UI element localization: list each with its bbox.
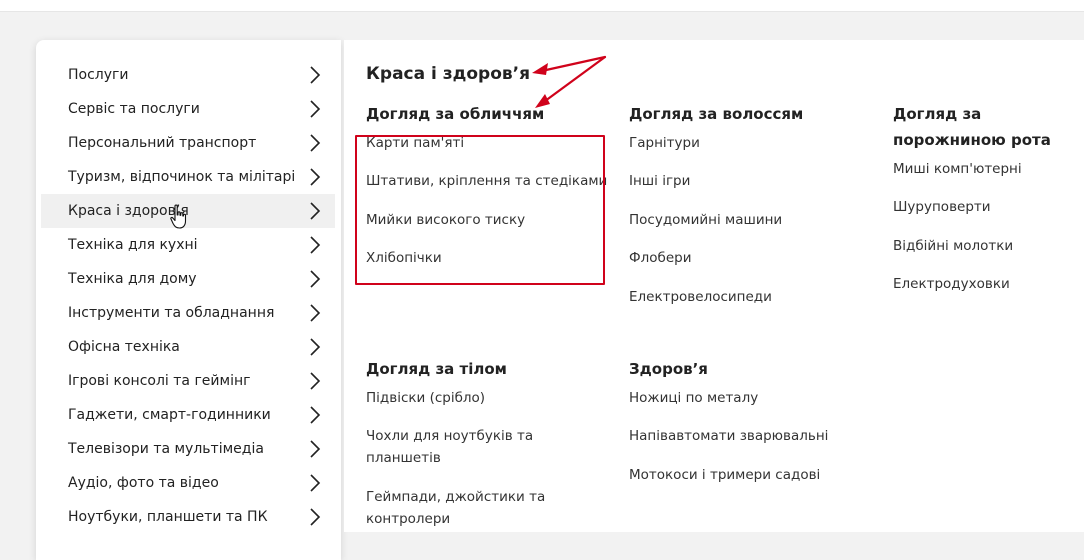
annotation-highlight-box [355, 135, 605, 285]
sidebar-item-service-and-services[interactable]: Сервіс та послуги [41, 92, 335, 126]
sidebar-item-tourism[interactable]: Туризм, відпочинок та мілітарі [41, 160, 335, 194]
subcategory-group-health: Здоров’я Ножиці по металу Напівавтомати … [629, 356, 889, 502]
sidebar-item-label: Сервіс та послуги [68, 101, 200, 117]
chevron-right-icon [310, 372, 321, 390]
subcategory-link[interactable]: Електродуховки [893, 273, 1084, 295]
sidebar-item-label: Ноутбуки, планшети та ПК [68, 509, 268, 525]
sidebar-item-label: Телевізори та мультімедіа [68, 441, 264, 457]
chevron-right-icon [310, 236, 321, 254]
sidebar-item-beauty-health[interactable]: Краса і здоров’я [41, 194, 335, 228]
group-title[interactable]: Догляд за волоссям [629, 101, 889, 127]
page-header-strip [0, 0, 1084, 12]
sidebar-item-gaming[interactable]: Ігрові консолі та геймінг [41, 364, 335, 398]
group-title[interactable]: Догляд за обличчям [366, 101, 626, 127]
group-title[interactable]: Здоров’я [629, 356, 889, 382]
chevron-right-icon [310, 134, 321, 152]
category-dropdown-panel: Краса і здоров’я Догляд за обличчям Карт… [344, 40, 1084, 532]
chevron-right-icon [310, 508, 321, 526]
sidebar-item-label: Персональний транспорт [68, 135, 257, 151]
chevron-right-icon [310, 100, 321, 118]
chevron-right-icon [310, 474, 321, 492]
subcategory-link[interactable]: Інші ігри [629, 170, 889, 192]
subcategory-link[interactable]: Гарнітури [629, 132, 889, 154]
chevron-right-icon [310, 168, 321, 186]
sidebar-item-label: Гаджети, смарт-годинники [68, 407, 271, 423]
group-title[interactable]: Догляд за тілом [366, 356, 611, 382]
sidebar-item-label: Ігрові консолі та геймінг [68, 373, 251, 389]
sidebar-item-services[interactable]: Послуги [41, 58, 335, 92]
subcategory-group-body-care: Догляд за тілом Підвіски (срібло) Чохли … [366, 356, 611, 546]
hand-pointer-icon [170, 204, 187, 229]
chevron-right-icon [310, 202, 321, 220]
subcategory-link[interactable]: Підвіски (срібло) [366, 387, 611, 409]
subcategory-link[interactable]: Чохли для ноутбуків та планшетів [366, 425, 611, 469]
sidebar-item-label: Офісна техніка [68, 339, 180, 355]
subcategory-group-oral-care: Догляд за порожниною рота Миші комп'ютер… [893, 101, 1084, 312]
subcategory-link[interactable]: Мотокоси і тримери садові [629, 464, 889, 486]
chevron-right-icon [310, 304, 321, 322]
panel-title[interactable]: Краса і здоров’я [366, 64, 530, 84]
chevron-right-icon [310, 338, 321, 356]
group-title[interactable]: Догляд за порожниною рота [893, 101, 1084, 153]
sidebar-item-laptops-tablets-pc[interactable]: Ноутбуки, планшети та ПК [41, 500, 335, 534]
sidebar-item-label: Техніка для кухні [68, 237, 198, 253]
sidebar-item-label: Послуги [68, 67, 129, 83]
subcategory-link[interactable]: Шуруповерти [893, 196, 1084, 218]
sidebar-item-label: Туризм, відпочинок та мілітарі [68, 169, 296, 185]
sidebar-item-tools[interactable]: Інструменти та обладнання [41, 296, 335, 330]
chevron-right-icon [310, 406, 321, 424]
subcategory-link[interactable]: Флобери [629, 247, 889, 269]
sidebar-item-home-appliances[interactable]: Техніка для дому [41, 262, 335, 296]
subcategory-link[interactable]: Електровелосипеди [629, 286, 889, 308]
sidebar-item-tv-multimedia[interactable]: Телевізори та мультімедіа [41, 432, 335, 466]
sidebar-item-audio-photo-video[interactable]: Аудіо, фото та відео [41, 466, 335, 500]
sidebar-item-kitchen-appliances[interactable]: Техніка для кухні [41, 228, 335, 262]
chevron-right-icon [310, 66, 321, 84]
subcategory-link[interactable]: Посудомийні машини [629, 209, 889, 231]
sidebar-item-office-equipment[interactable]: Офісна техніка [41, 330, 335, 364]
subcategory-group-hair-care: Догляд за волоссям Гарнітури Інші ігри П… [629, 101, 889, 324]
subcategory-link[interactable]: Відбійні молотки [893, 235, 1084, 257]
subcategory-link[interactable]: Ножиці по металу [629, 387, 889, 409]
sidebar-item-label: Техніка для дому [68, 271, 197, 287]
chevron-right-icon [310, 440, 321, 458]
sidebar-item-label: Інструменти та обладнання [68, 305, 275, 321]
sidebar-item-label: Аудіо, фото та відео [68, 475, 219, 491]
sidebar-item-personal-transport[interactable]: Персональний транспорт [41, 126, 335, 160]
sidebar-item-gadgets[interactable]: Гаджети, смарт-годинники [41, 398, 335, 432]
category-sidebar: Послуги Сервіс та послуги Персональний т… [36, 40, 341, 560]
subcategory-link[interactable]: Геймпади, джойстики та контролери [366, 486, 566, 530]
chevron-right-icon [310, 270, 321, 288]
subcategory-link[interactable]: Миші комп'ютерні [893, 158, 1084, 180]
subcategory-link[interactable]: Напівавтомати зварювальні [629, 425, 889, 447]
